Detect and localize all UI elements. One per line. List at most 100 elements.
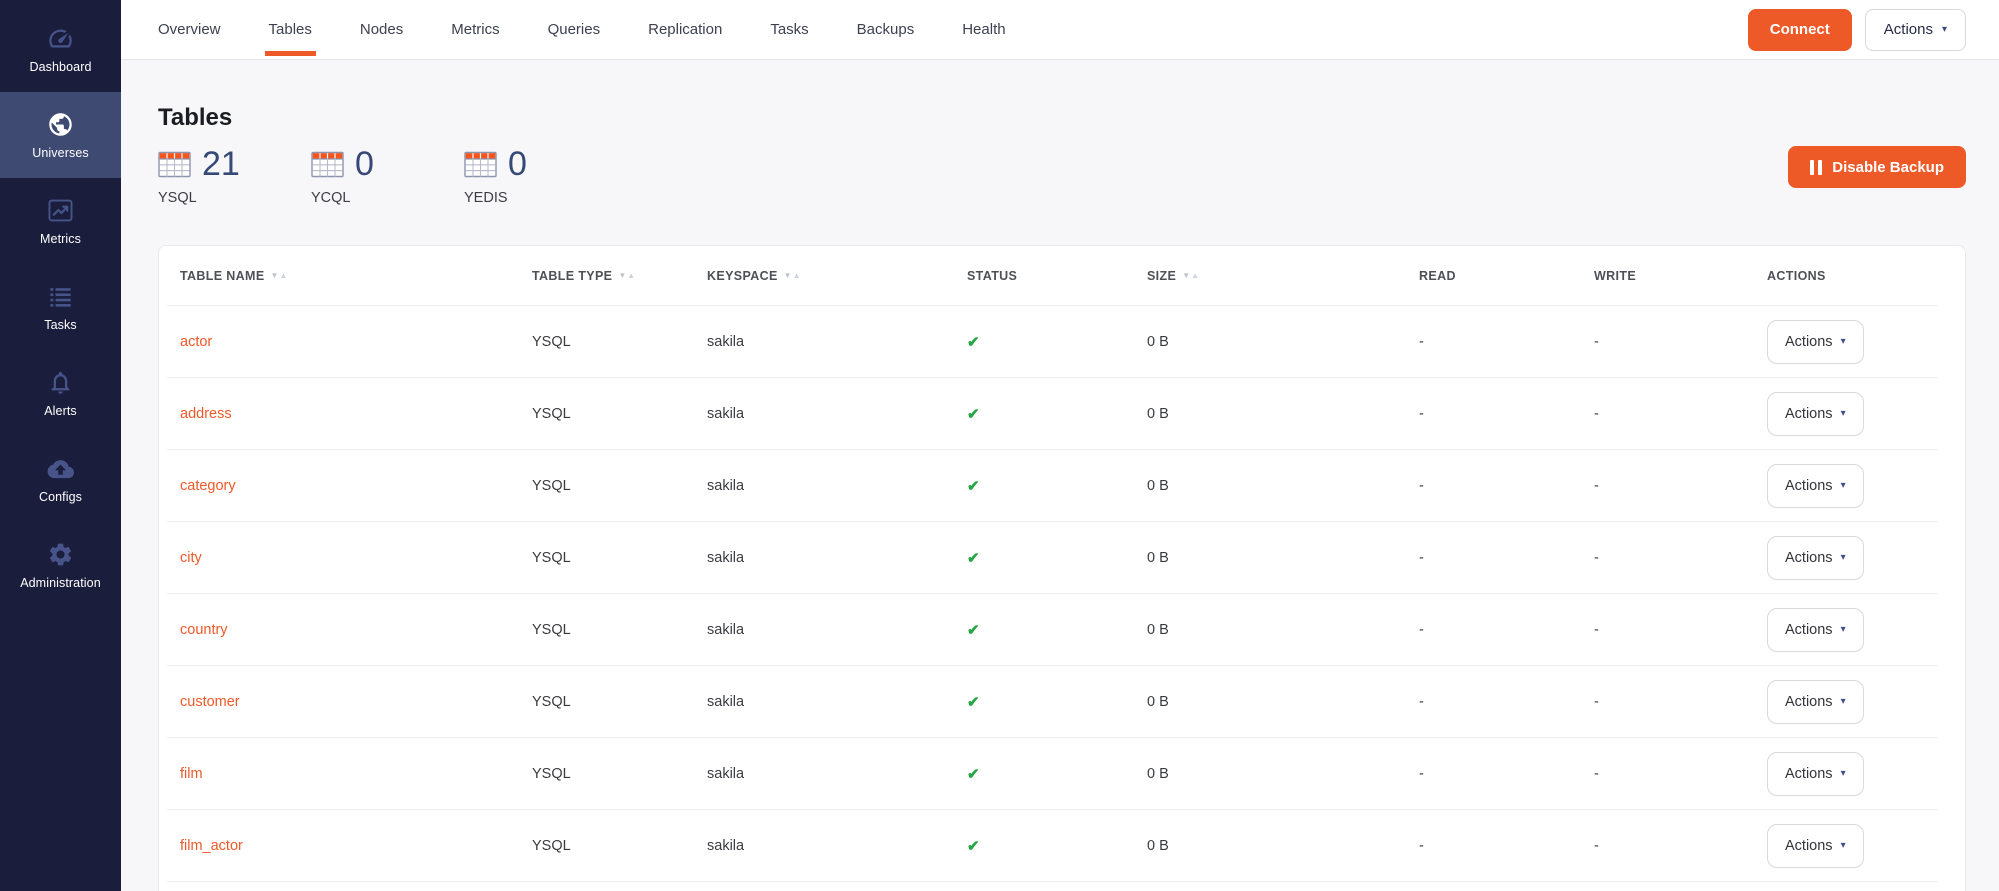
row-actions-label: Actions — [1785, 406, 1833, 422]
tab-label: Overview — [158, 21, 221, 38]
table-count-stat: 0 YEDIS — [464, 147, 617, 206]
tab[interactable]: Overview — [134, 0, 245, 59]
tab[interactable]: Nodes — [336, 0, 427, 59]
table-name-link[interactable]: category — [180, 478, 236, 494]
cell-read: - — [1419, 550, 1594, 566]
table-name-link[interactable]: city — [180, 550, 202, 566]
table-row: film YSQL sakila ✔ 0 B - - Actions — [167, 738, 1938, 810]
table-grid-icon — [464, 151, 497, 178]
cloud-upload-icon — [47, 455, 74, 482]
cell-table-name: address — [180, 406, 532, 422]
cell-keyspace: sakila — [707, 334, 967, 350]
connect-button[interactable]: Connect — [1748, 9, 1852, 51]
column-header[interactable]: SIZE ▼▲ — [1147, 269, 1419, 283]
cell-table-name: film — [180, 766, 532, 782]
table-name-link[interactable]: film — [180, 766, 203, 782]
sidebar-item-metrics[interactable]: Metrics — [0, 178, 121, 264]
sort-icon[interactable]: ▼▲ — [271, 269, 289, 283]
cell-write: - — [1594, 406, 1767, 422]
table-name-link[interactable]: address — [180, 406, 232, 422]
universe-tabs: Overview Tables Nodes Metrics Queries — [121, 0, 1030, 59]
cell-table-name: city — [180, 550, 532, 566]
cell-keyspace: sakila — [707, 766, 967, 782]
table-count-stat: 21 YSQL — [158, 147, 311, 206]
column-header[interactable]: KEYSPACE ▼▲ — [707, 269, 967, 283]
sidebar-item-dashboard[interactable]: Dashboard — [0, 6, 121, 92]
cell-table-type: YSQL — [532, 334, 707, 350]
column-header[interactable]: READ ▼▲ — [1419, 269, 1594, 283]
cell-table-type: YSQL — [532, 406, 707, 422]
tab-label: Queries — [548, 21, 601, 38]
table-row: category YSQL sakila ✔ 0 B - - Actions — [167, 450, 1938, 522]
row-actions-button[interactable]: Actions ▾ — [1767, 464, 1864, 508]
sidebar-item-administration[interactable]: Administration — [0, 522, 121, 608]
column-header[interactable]: WRITE ▼▲ — [1594, 269, 1767, 283]
table-row: customer YSQL sakila ✔ 0 B - - Actions — [167, 666, 1938, 738]
table-row: country YSQL sakila ✔ 0 B - - Actions — [167, 594, 1938, 666]
sort-icon[interactable]: ▼▲ — [1182, 269, 1200, 283]
sort-icon[interactable]: ▼▲ — [618, 269, 636, 283]
chevron-down-icon: ▾ — [1841, 553, 1846, 563]
table-count-label: YSQL — [158, 190, 311, 206]
universe-actions-button[interactable]: Actions ▾ — [1865, 9, 1966, 51]
cell-write: - — [1594, 334, 1767, 350]
tab[interactable]: Backups — [833, 0, 939, 59]
row-actions-button[interactable]: Actions ▾ — [1767, 680, 1864, 724]
row-actions-button[interactable]: Actions ▾ — [1767, 824, 1864, 868]
cell-status: ✔ — [967, 621, 1147, 639]
column-header[interactable]: TABLE TYPE ▼▲ — [532, 269, 707, 283]
chevron-down-icon: ▾ — [1841, 697, 1846, 707]
disable-backup-button[interactable]: Disable Backup — [1788, 146, 1966, 188]
table-name-link[interactable]: customer — [180, 694, 240, 710]
tab[interactable]: Tables — [245, 0, 336, 59]
cell-read: - — [1419, 406, 1594, 422]
column-header-label: STATUS — [967, 269, 1017, 283]
table-header-row: TABLE NAME ▼▲ TABLE TYPE ▼▲ KEYSPACE ▼▲ — [167, 246, 1938, 306]
tab[interactable]: Health — [938, 0, 1029, 59]
table-count-stat: 0 YCQL — [311, 147, 464, 206]
cell-status: ✔ — [967, 477, 1147, 495]
cell-keyspace: sakila — [707, 478, 967, 494]
column-header[interactable]: TABLE NAME ▼▲ — [180, 269, 532, 283]
cell-table-name: country — [180, 622, 532, 638]
table-row: actor YSQL sakila ✔ 0 B - - Actions — [167, 306, 1938, 378]
column-header-label: KEYSPACE — [707, 269, 778, 283]
cell-size: 0 B — [1147, 766, 1419, 782]
row-actions-button[interactable]: Actions ▾ — [1767, 320, 1864, 364]
cell-actions: Actions ▾ — [1767, 392, 1938, 436]
sidebar-item-tasks[interactable]: Tasks — [0, 264, 121, 350]
table-name-link[interactable]: country — [180, 622, 228, 638]
row-actions-button[interactable]: Actions ▾ — [1767, 752, 1864, 796]
column-header[interactable]: STATUS ▼▲ — [967, 269, 1147, 283]
gear-icon — [47, 541, 74, 568]
universe-actions-label: Actions — [1884, 22, 1933, 37]
column-header-label: SIZE — [1147, 269, 1176, 283]
sidebar-item-configs[interactable]: Configs — [0, 436, 121, 522]
sidebar-item-label: Universes — [32, 146, 88, 160]
sidebar-item-label: Alerts — [44, 404, 77, 418]
cell-status: ✔ — [967, 837, 1147, 855]
sidebar-item-alerts[interactable]: Alerts — [0, 350, 121, 436]
cell-write: - — [1594, 766, 1767, 782]
tab-label: Health — [962, 21, 1005, 38]
row-actions-label: Actions — [1785, 478, 1833, 494]
column-header[interactable]: ACTIONS ▼▲ — [1767, 269, 1938, 283]
row-actions-button[interactable]: Actions ▾ — [1767, 392, 1864, 436]
chevron-down-icon: ▾ — [1841, 841, 1846, 851]
cell-read: - — [1419, 622, 1594, 638]
table-grid-icon — [158, 151, 191, 178]
sort-icon[interactable]: ▼▲ — [784, 269, 802, 283]
status-ok-icon: ✔ — [967, 550, 980, 567]
tab[interactable]: Tasks — [746, 0, 832, 59]
tab-label: Nodes — [360, 21, 403, 38]
tab[interactable]: Replication — [624, 0, 746, 59]
table-name-link[interactable]: film_actor — [180, 838, 243, 854]
row-actions-button[interactable]: Actions ▾ — [1767, 536, 1864, 580]
sidebar-item-label: Metrics — [40, 232, 81, 246]
tab[interactable]: Queries — [524, 0, 625, 59]
tab[interactable]: Metrics — [427, 0, 523, 59]
sidebar-item-universes[interactable]: Universes — [0, 92, 121, 178]
cell-read: - — [1419, 478, 1594, 494]
table-name-link[interactable]: actor — [180, 334, 212, 350]
row-actions-button[interactable]: Actions ▾ — [1767, 608, 1864, 652]
